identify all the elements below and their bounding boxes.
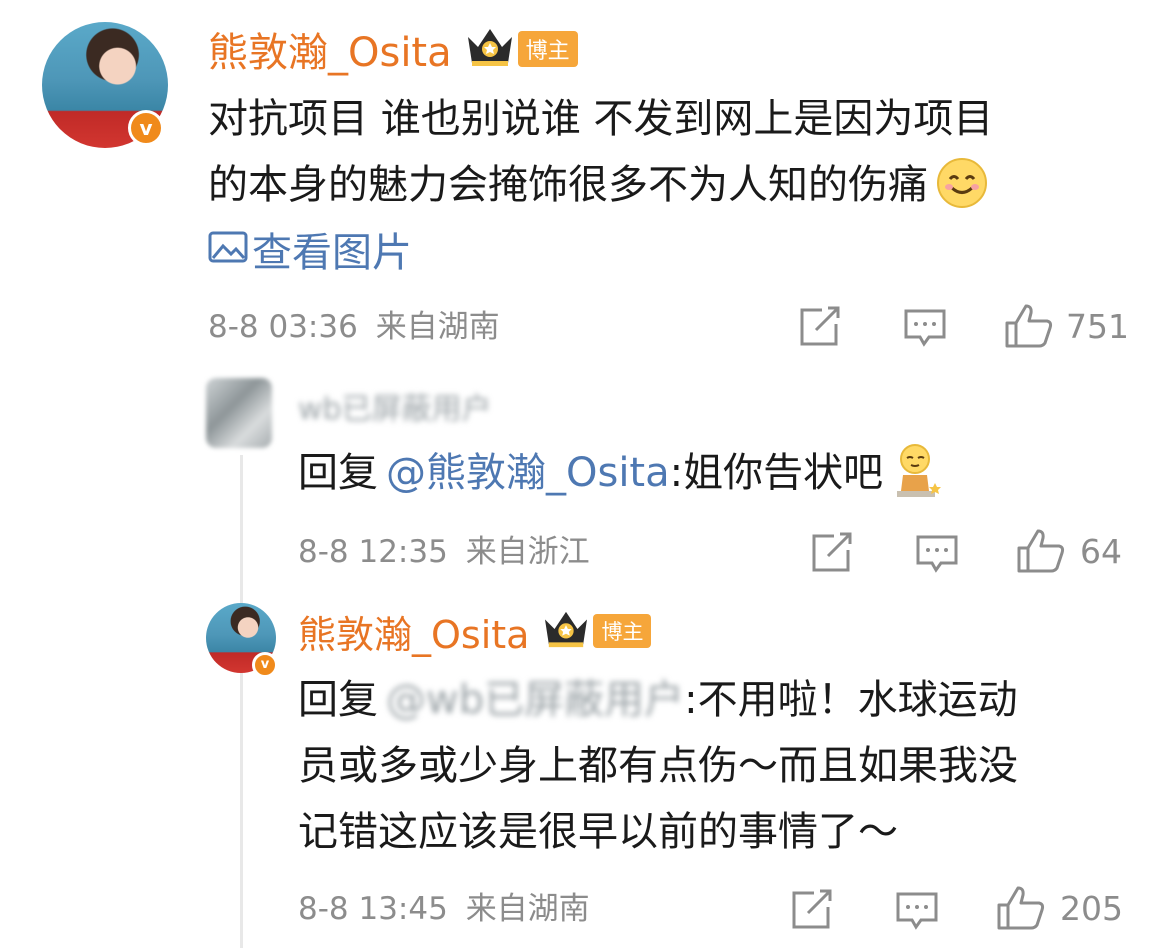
like-icon bbox=[1016, 528, 1066, 574]
location: 来自浙江 bbox=[465, 534, 590, 570]
like-button[interactable]: 64 bbox=[1016, 528, 1122, 574]
like-count: 751 bbox=[1066, 306, 1129, 346]
comment-icon[interactable] bbox=[915, 534, 959, 574]
comment-meta: 8-8 03:36 来自湖南 bbox=[208, 305, 500, 349]
share-icon[interactable] bbox=[810, 532, 854, 574]
avatar[interactable] bbox=[206, 378, 272, 448]
timestamp: 8-8 13:45 bbox=[298, 891, 448, 927]
timestamp: 8-8 03:36 bbox=[208, 309, 358, 345]
image-icon bbox=[208, 230, 248, 268]
username[interactable]: wb已屏蔽用户 bbox=[298, 384, 492, 428]
reply-prefix: 回复 bbox=[298, 450, 378, 496]
timestamp: 8-8 12:35 bbox=[298, 534, 448, 570]
sitting-emoji-icon bbox=[895, 443, 942, 503]
view-image-label: 查看图片 bbox=[252, 230, 412, 276]
reply-content-line1: :不用啦！水球运动 bbox=[684, 677, 1018, 723]
reply-content-line2: 员或多或少身上都有点伤～而且如果我没 bbox=[298, 743, 1018, 789]
like-count: 205 bbox=[1060, 888, 1123, 928]
username[interactable]: 熊敦瀚_Osita bbox=[298, 604, 529, 659]
comment-meta: 8-8 12:35 来自浙江 bbox=[298, 530, 590, 574]
smile-emoji-icon bbox=[936, 157, 988, 213]
reply-text-row1: 回复 @wb已屏蔽用户 :不用啦！水球运动 bbox=[298, 668, 1018, 732]
share-icon[interactable] bbox=[798, 306, 842, 348]
thread-line bbox=[240, 455, 243, 948]
mention-link[interactable]: @wb已屏蔽用户 bbox=[386, 668, 684, 732]
comment-text-line1: 对抗项目 谁也别说谁 不发到网上是因为项目 bbox=[208, 96, 994, 142]
verified-badge-icon: v bbox=[252, 652, 278, 678]
comment-text-line2: 的本身的魅力会掩饰很多不为人知的伤痛 bbox=[208, 162, 928, 208]
reply-content: :姐你告状吧 bbox=[669, 450, 884, 496]
crown-icon bbox=[464, 25, 516, 73]
reply-content-line3: 记错这应该是很早以前的事情了～ bbox=[298, 809, 898, 855]
location: 来自湖南 bbox=[375, 309, 500, 345]
reply-prefix: 回复 bbox=[298, 677, 378, 723]
view-image-link[interactable]: 查看图片 bbox=[208, 222, 412, 276]
like-button[interactable]: 751 bbox=[1004, 303, 1129, 349]
mention-link[interactable]: @熊敦瀚_Osita bbox=[386, 441, 670, 505]
comment-icon[interactable] bbox=[895, 891, 939, 931]
share-icon[interactable] bbox=[790, 889, 834, 931]
blogger-badge: 博主 bbox=[517, 31, 578, 67]
like-count: 64 bbox=[1080, 531, 1122, 571]
like-icon bbox=[996, 885, 1046, 931]
location: 来自湖南 bbox=[465, 891, 590, 927]
comment-text-row2: 的本身的魅力会掩饰很多不为人知的伤痛 bbox=[208, 153, 988, 217]
reply-text: 回复 @熊敦瀚_Osita :姐你告状吧 bbox=[298, 441, 942, 505]
comment-header: 熊敦瀚_Osita 博主 bbox=[208, 22, 578, 76]
like-button[interactable]: 205 bbox=[996, 885, 1123, 931]
comment-meta: 8-8 13:45 来自湖南 bbox=[298, 887, 590, 931]
comment-header: 熊敦瀚_Osita 博主 bbox=[298, 604, 652, 659]
verified-badge-icon: v bbox=[128, 110, 164, 146]
crown-icon bbox=[541, 608, 591, 654]
username[interactable]: 熊敦瀚_Osita bbox=[208, 20, 452, 78]
blogger-badge: 博主 bbox=[593, 614, 652, 648]
comment-icon[interactable] bbox=[903, 308, 947, 348]
like-icon bbox=[1004, 303, 1054, 349]
